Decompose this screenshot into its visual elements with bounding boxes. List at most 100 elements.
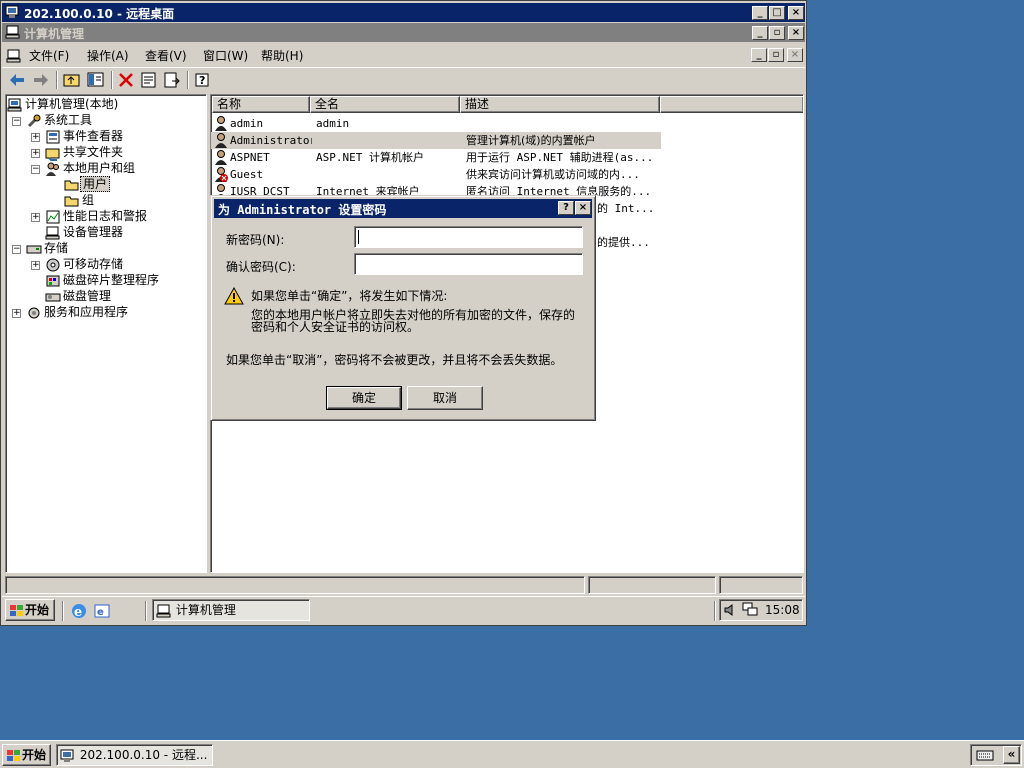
expander-services[interactable]: + [12,309,21,318]
internet-explorer-icon[interactable]: e [70,602,88,620]
computer-icon [156,604,171,617]
help-icon[interactable]: ? [193,70,213,90]
cancel-button-label: 取消 [432,391,457,405]
new-password-field[interactable] [354,226,583,248]
tree-storage-label: 存储 [44,241,69,255]
dialog-help-button[interactable]: ? [558,201,574,215]
expander-storage[interactable]: − [12,245,21,254]
tree-services-apps[interactable]: 服务和应用程序 [26,304,130,320]
dialog-titlebar[interactable]: 为 Administrator 设置密码 ? × [214,199,592,218]
forward-arrow-icon[interactable] [31,70,51,90]
remote-start-button[interactable]: 开始 [5,599,55,621]
column-header-desc-label: 描述 [465,97,490,111]
menu-file[interactable]: 文件(F) [25,47,73,65]
expander-local-users[interactable]: − [31,165,40,174]
menu-computer-icon[interactable] [6,48,22,64]
menu-window[interactable]: 窗口(W) [199,47,252,65]
speaker-icon[interactable] [723,603,737,617]
tree-system-tools[interactable]: 系统工具 [26,112,94,128]
network-icon[interactable] [742,602,758,618]
restore-button[interactable]: □ [769,6,785,20]
table-row-selected[interactable]: Administrator 管理计算机(域)的内置帐户 [211,132,661,149]
child-close-button[interactable]: × [787,48,803,62]
properties-icon[interactable] [139,70,159,90]
tree-removable-storage-label: 可移动存储 [63,257,124,271]
tree-root[interactable]: 计算机管理(本地) [7,96,120,112]
show-hide-tree-icon[interactable] [86,70,106,90]
outlook-express-icon[interactable]: e [93,602,111,620]
local-start-button[interactable]: 开始 [2,744,51,766]
child-restore-button[interactable]: ▫ [768,48,784,62]
tree-event-viewer[interactable]: 事件查看器 [45,128,125,144]
rdp-title: 202.100.0.10 - 远程桌面 [24,7,175,21]
expander-event-viewer[interactable]: + [31,133,40,142]
tree-removable-storage[interactable]: 可移动存储 [45,256,125,272]
status-pane-3 [719,576,803,594]
device-manager-icon [45,226,60,239]
tree-groups[interactable]: 组 [64,192,96,208]
column-header-name[interactable]: 名称 [212,96,310,113]
minimize-button[interactable]: _ [752,6,768,20]
table-row[interactable]: admin admin [211,115,661,132]
tray-separator [714,601,716,621]
taskbar-remote-desktop[interactable]: 202.100.0.10 - 远程... [56,744,213,766]
mmc-close-button[interactable]: × [788,26,804,40]
child-minimize-button[interactable]: _ [751,48,767,62]
remote-start-label: 开始 [25,603,50,617]
cell-name: Guest [230,168,264,181]
cancel-button[interactable]: 取消 [407,386,483,410]
windows-logo-icon [7,749,20,761]
export-list-icon[interactable] [162,70,182,90]
tree-root-label: 计算机管理(本地) [25,97,119,111]
delete-icon[interactable] [116,70,136,90]
column-header-fullname[interactable]: 全名 [310,96,460,113]
tree-services-apps-label: 服务和应用程序 [44,305,129,319]
mmc-restore-button[interactable]: ▫ [769,26,785,40]
set-password-dialog: 为 Administrator 设置密码 ? × 新密码(N): 确认密码(C)… [210,195,596,421]
keyboard-icon[interactable] [976,749,994,761]
back-arrow-icon[interactable] [7,70,27,90]
table-row[interactable]: ASPNET ASP.NET 计算机帐户 用于运行 ASP.NET 辅助进程(a… [211,149,661,166]
cell-desc: 管理计算机(域)的内置帐户 [466,134,596,147]
taskbar-computer-management[interactable]: 计算机管理 [152,599,310,621]
storage-icon [26,245,42,253]
expander-perf-logs[interactable]: + [31,213,40,222]
tree-local-users-groups[interactable]: 本地用户和组 [45,160,137,176]
expander-shared-folders[interactable]: + [31,149,40,158]
toolbar-separator-2 [111,71,113,89]
rdp-titlebar[interactable]: 202.100.0.10 - 远程桌面 _ □ × [2,3,805,22]
close-button[interactable]: × [788,6,804,20]
table-row[interactable]: Guest 供来宾访问计算机或访问域的内... [211,166,661,183]
new-password-label: 新密码(N): [226,233,285,247]
tree-perf-logs[interactable]: 性能日志和警报 [45,208,149,224]
mmc-minimize-button[interactable]: _ [752,26,768,40]
confirm-password-field[interactable] [354,253,583,275]
confirm-password-label: 确认密码(C): [226,260,296,274]
tree-users[interactable]: 用户 [64,176,111,192]
menu-view[interactable]: 查看(V) [141,47,191,65]
tree-shared-folders-label: 共享文件夹 [63,145,124,159]
column-header-fullname-label: 全名 [315,97,340,111]
expander-removable[interactable]: + [31,261,40,270]
show-hidden-icons-button[interactable]: « [1003,746,1020,764]
tree-defrag[interactable]: 磁盘碎片整理程序 [45,272,161,288]
expander-system-tools[interactable]: − [12,117,21,126]
tree-disk-management[interactable]: 磁盘管理 [45,288,113,304]
column-header-desc[interactable]: 描述 [460,96,660,113]
remote-taskbar: 开始 e e 计算机管理 15:08 [2,596,805,624]
svg-text:e: e [97,607,104,618]
windows-logo-icon [10,604,23,616]
tree-shared-folders[interactable]: 共享文件夹 [45,144,125,161]
tree-device-manager[interactable]: 设备管理器 [45,224,125,240]
mmc-titlebar[interactable]: 计算机管理 _ ▫ × [2,23,805,42]
user-icon [215,150,227,165]
up-folder-icon[interactable] [62,70,82,90]
tree-storage[interactable]: 存储 [26,240,70,256]
ok-button[interactable]: 确定 [327,387,401,409]
mmc-title: 计算机管理 [24,27,85,41]
menu-help[interactable]: 帮助(H) [257,47,307,65]
dialog-close-button[interactable]: × [575,201,591,215]
shared-folder-icon [45,148,60,161]
menu-action[interactable]: 操作(A) [83,47,133,65]
cell-desc: 供来宾访问计算机或访问域的内... [466,168,640,181]
